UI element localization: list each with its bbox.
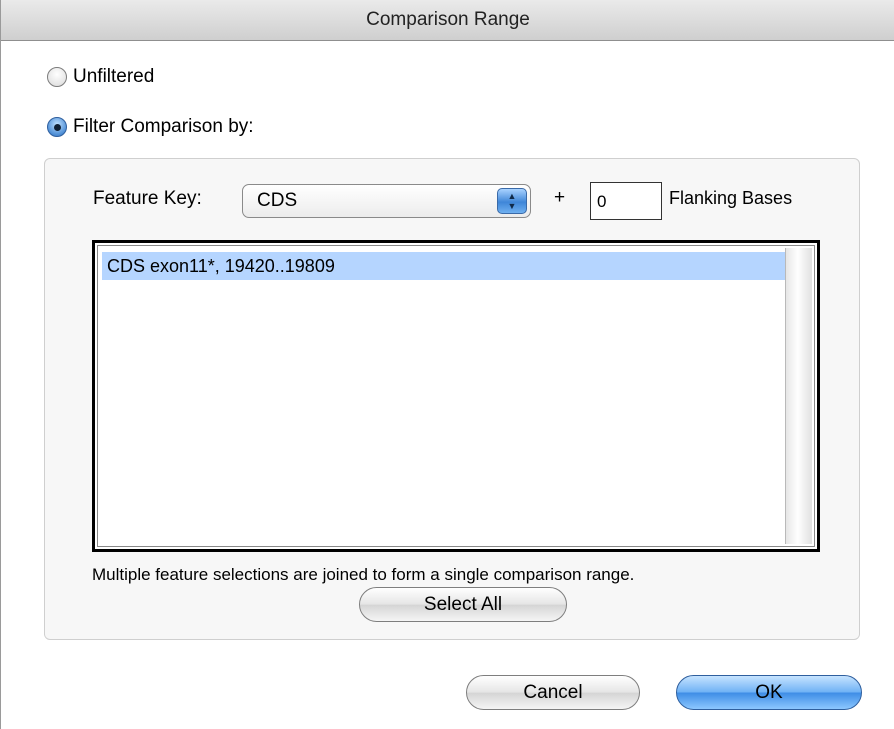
- unfiltered-label: Unfiltered: [73, 66, 155, 87]
- feature-key-label: Feature Key:: [93, 188, 202, 209]
- ok-label: OK: [755, 681, 783, 703]
- cancel-button[interactable]: Cancel: [466, 675, 640, 710]
- feature-list[interactable]: CDS exon11*, 19420..19809: [92, 240, 820, 552]
- select-all-button[interactable]: Select All: [359, 587, 567, 622]
- filter-label: Filter Comparison by:: [73, 116, 254, 137]
- comparison-range-dialog: Comparison Range Unfiltered Filter Compa…: [0, 0, 894, 729]
- list-item-label: CDS exon11*, 19420..19809: [107, 256, 335, 276]
- ok-button[interactable]: OK: [676, 675, 862, 710]
- unfiltered-radio[interactable]: [47, 67, 67, 87]
- vertical-scrollbar[interactable]: [785, 248, 812, 544]
- select-all-label: Select All: [423, 593, 503, 615]
- hint-text: Multiple feature selections are joined t…: [92, 565, 635, 584]
- flanking-bases-input[interactable]: 0: [590, 182, 662, 220]
- filter-radio[interactable]: [47, 117, 67, 137]
- feature-key-popup[interactable]: CDS ▲ ▼: [242, 184, 531, 218]
- window-title: Comparison Range: [366, 9, 530, 30]
- cancel-label: Cancel: [523, 681, 583, 703]
- unfiltered-option[interactable]: Unfiltered: [47, 66, 154, 88]
- plus-sign: +: [554, 187, 566, 208]
- title-bar: Comparison Range: [1, 0, 894, 41]
- feature-list-inner: CDS exon11*, 19420..19809: [97, 245, 815, 547]
- list-item[interactable]: CDS exon11*, 19420..19809: [102, 252, 785, 280]
- flanking-bases-value: 0: [597, 192, 607, 211]
- filter-option[interactable]: Filter Comparison by:: [47, 116, 254, 138]
- flanking-bases-label: Flanking Bases: [669, 188, 793, 208]
- feature-key-value: CDS: [257, 190, 298, 211]
- popup-arrows-icon: ▲ ▼: [497, 188, 527, 214]
